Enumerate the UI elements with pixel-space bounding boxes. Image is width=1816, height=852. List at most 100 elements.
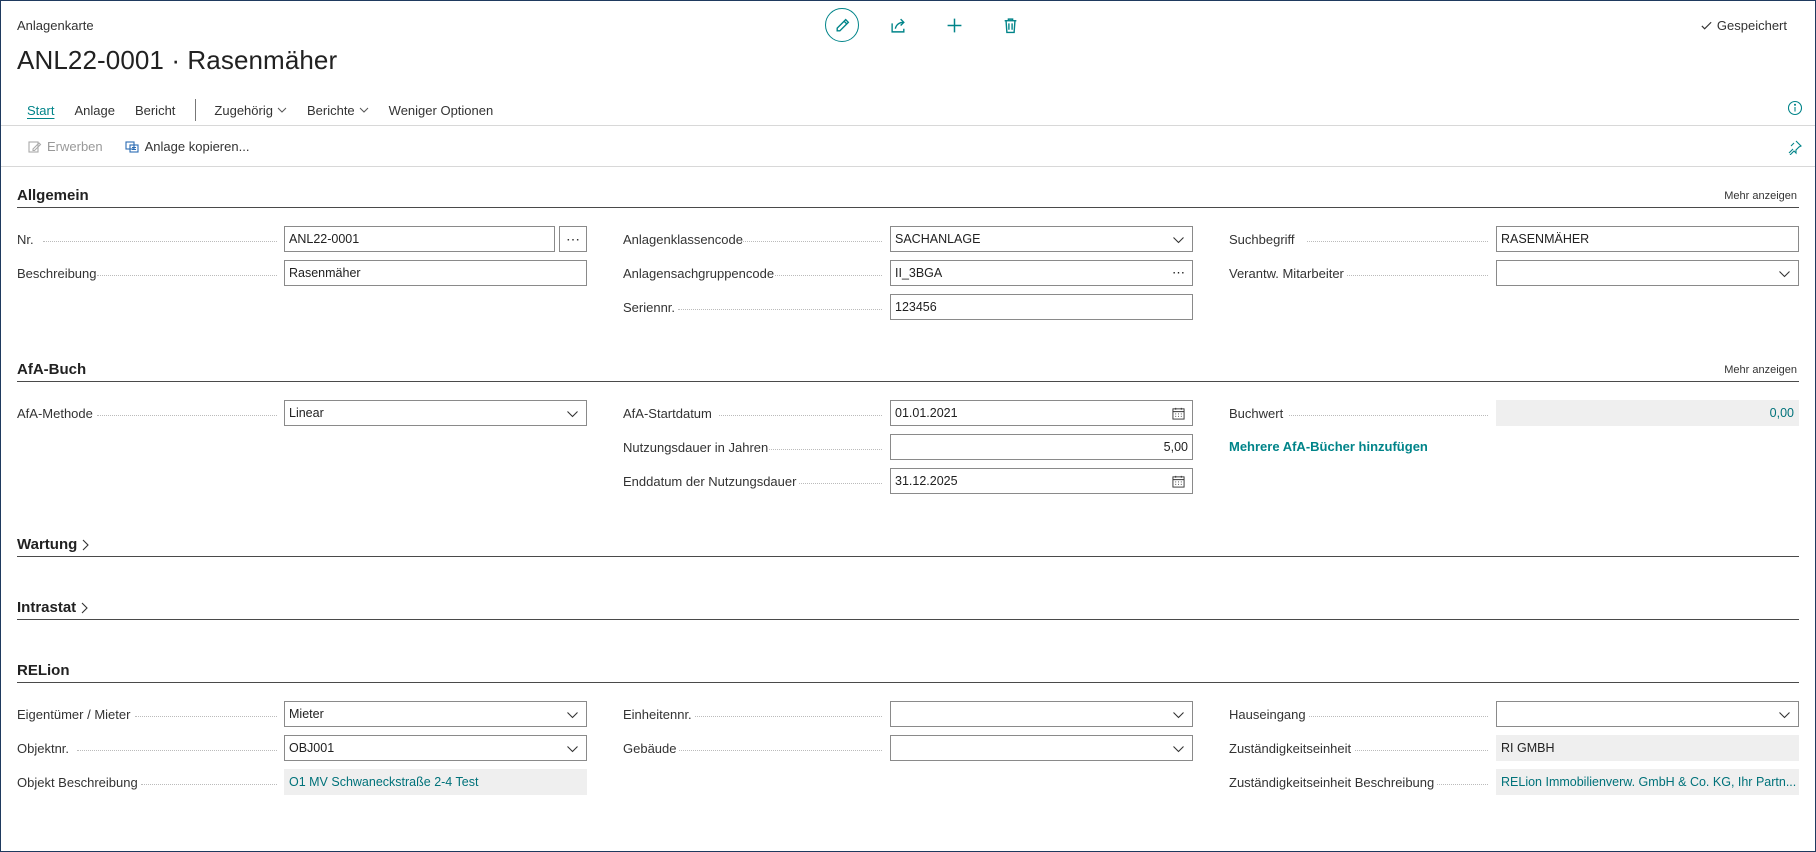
- tab-anlage-label: Anlage: [74, 102, 115, 118]
- erwerben-label: Erwerben: [47, 139, 103, 154]
- chevron-right-icon: [82, 539, 90, 550]
- trash-icon: [1004, 17, 1016, 33]
- chevron-down-icon: [567, 711, 578, 718]
- zustaendigkeitseinheit-value: RI GMBH: [1496, 735, 1799, 761]
- leader-dots: [678, 309, 882, 310]
- saved-label: Gespeichert: [1716, 18, 1787, 33]
- pin-icon[interactable]: [1787, 139, 1803, 155]
- afa-startdatum-value: 01.01.2021: [895, 406, 958, 420]
- sachgruppencode-value: II_3BGA: [895, 266, 943, 280]
- tab-anlage[interactable]: Anlage: [74, 103, 114, 118]
- leader-dots: [769, 449, 882, 450]
- leader-dots: [1307, 241, 1488, 242]
- seriennr-label: Seriennr.: [623, 299, 676, 315]
- section-intrastat-title[interactable]: Intrastat: [17, 599, 89, 616]
- seriennr-field[interactable]: 123456: [890, 294, 1193, 320]
- copy-asset-button[interactable]: Anlage kopieren...: [125, 139, 249, 154]
- nr-field[interactable]: ANL22-0001: [284, 226, 555, 252]
- sachgruppencode-label: Anlagensachgruppencode: [623, 265, 775, 281]
- chevron-down-icon: [567, 410, 578, 417]
- saved-status: Gespeichert: [1700, 18, 1787, 33]
- divider: [1, 166, 1815, 167]
- section-relion-title[interactable]: RELion: [17, 662, 70, 679]
- chevron-down-icon: [1173, 236, 1184, 243]
- objektnr-select[interactable]: OBJ001: [284, 735, 587, 761]
- sachgruppencode-field[interactable]: II_3BGA ⋯: [890, 260, 1193, 286]
- afa-methode-label: AfA-Methode: [17, 405, 93, 421]
- tab-bericht[interactable]: Bericht: [135, 103, 175, 118]
- enddatum-field[interactable]: 31.12.2025: [890, 468, 1193, 494]
- leader-dots: [97, 415, 277, 416]
- divider: [1, 125, 1815, 126]
- afa-startdatum-field[interactable]: 01.01.2021: [890, 400, 1193, 426]
- chevron-down-icon: [359, 107, 369, 113]
- check-icon: [1701, 21, 1712, 30]
- gebaeude-select[interactable]: [890, 735, 1193, 761]
- page-caption: Anlagenkarte: [17, 18, 94, 33]
- klassencode-label: Anlagenklassencode: [623, 231, 743, 247]
- section-wartung-label: Wartung: [17, 536, 78, 553]
- section-afa-title[interactable]: AfA-Buch: [17, 361, 86, 378]
- nr-assist-button[interactable]: ⋯: [559, 226, 587, 252]
- objektnr-value: OBJ001: [289, 741, 335, 755]
- einheitennr-select[interactable]: [890, 701, 1193, 727]
- leader-dots: [799, 483, 882, 484]
- leader-dots: [77, 750, 277, 751]
- menu-zugehoerig[interactable]: Zugehörig: [214, 103, 287, 118]
- suchbegriff-label: Suchbegriff: [1229, 231, 1295, 247]
- mitarbeiter-select[interactable]: [1496, 260, 1799, 286]
- zustaendigkeitseinheit-label: Zuständigkeitseinheit: [1229, 740, 1352, 756]
- share-icon: [890, 18, 905, 33]
- leader-dots: [135, 716, 277, 717]
- more-icon[interactable]: ⋯: [1172, 261, 1185, 285]
- allgemein-show-more-link[interactable]: Mehr anzeigen: [1724, 190, 1797, 202]
- mitarbeiter-label: Verantw. Mitarbeiter: [1229, 265, 1344, 281]
- afa-show-more-link[interactable]: Mehr anzeigen: [1724, 364, 1797, 376]
- fewer-options-label: Weniger Optionen: [388, 102, 494, 118]
- gebaeude-label: Gebäude: [623, 740, 677, 756]
- suchbegriff-field[interactable]: RASENMÄHER: [1496, 226, 1799, 252]
- objekt-beschreibung-label: Objekt Beschreibung: [17, 774, 138, 790]
- zustaendigkeitseinheit-beschreibung-label: Zuständigkeitseinheit Beschreibung: [1229, 774, 1435, 790]
- fewer-options-button[interactable]: Weniger Optionen: [389, 103, 494, 118]
- tab-start[interactable]: Start: [27, 103, 54, 118]
- calendar-icon[interactable]: [1172, 407, 1185, 420]
- menu-zugehoerig-label: Zugehörig: [214, 102, 273, 118]
- section-allgemein-title[interactable]: Allgemein: [17, 187, 89, 204]
- zustaendigkeitseinheit-beschreibung-value[interactable]: RELion Immobilienverw. GmbH & Co. KG, Ih…: [1496, 769, 1799, 795]
- delete-button[interactable]: [982, 7, 1038, 43]
- beschreibung-label: Beschreibung: [17, 265, 97, 281]
- section-wartung-title[interactable]: Wartung: [17, 536, 90, 553]
- einheitennr-label: Einheitennr.: [623, 706, 692, 722]
- objekt-beschreibung-value[interactable]: O1 MV Schwaneckstraße 2-4 Test: [284, 769, 587, 795]
- section-divider: [17, 381, 1799, 382]
- klassencode-select[interactable]: SACHANLAGE: [890, 226, 1193, 252]
- share-button[interactable]: [870, 7, 926, 43]
- nutzungsdauer-field[interactable]: 5,00: [890, 434, 1193, 460]
- leader-dots: [43, 241, 277, 242]
- eigentuemer-select[interactable]: Mieter: [284, 701, 587, 727]
- buchwert-value[interactable]: 0,00: [1496, 400, 1799, 426]
- leader-dots: [1355, 750, 1488, 751]
- info-icon[interactable]: [1787, 100, 1803, 116]
- leader-dots: [741, 241, 882, 242]
- copy-icon: [125, 140, 139, 153]
- beschreibung-field[interactable]: Rasenmäher: [284, 260, 587, 286]
- hauseingang-select[interactable]: [1496, 701, 1799, 727]
- edit-button[interactable]: [814, 7, 870, 43]
- klassencode-value: SACHANLAGE: [895, 232, 981, 246]
- new-button[interactable]: [926, 7, 982, 43]
- chevron-down-icon: [1173, 711, 1184, 718]
- calendar-icon[interactable]: [1172, 475, 1185, 488]
- menu-berichte[interactable]: Berichte: [307, 103, 369, 118]
- menu-berichte-label: Berichte: [306, 102, 355, 118]
- erwerben-button[interactable]: Erwerben: [27, 139, 103, 154]
- afa-methode-select[interactable]: Linear: [284, 400, 587, 426]
- leader-dots: [679, 750, 882, 751]
- add-afa-books-link[interactable]: Mehrere AfA-Bücher hinzufügen: [1229, 439, 1428, 454]
- edit-icon: [825, 8, 859, 42]
- leader-dots: [695, 716, 882, 717]
- hauseingang-label: Hauseingang: [1229, 706, 1306, 722]
- section-allgemein-label: Allgemein: [17, 187, 89, 204]
- chevron-down-icon: [1779, 711, 1790, 718]
